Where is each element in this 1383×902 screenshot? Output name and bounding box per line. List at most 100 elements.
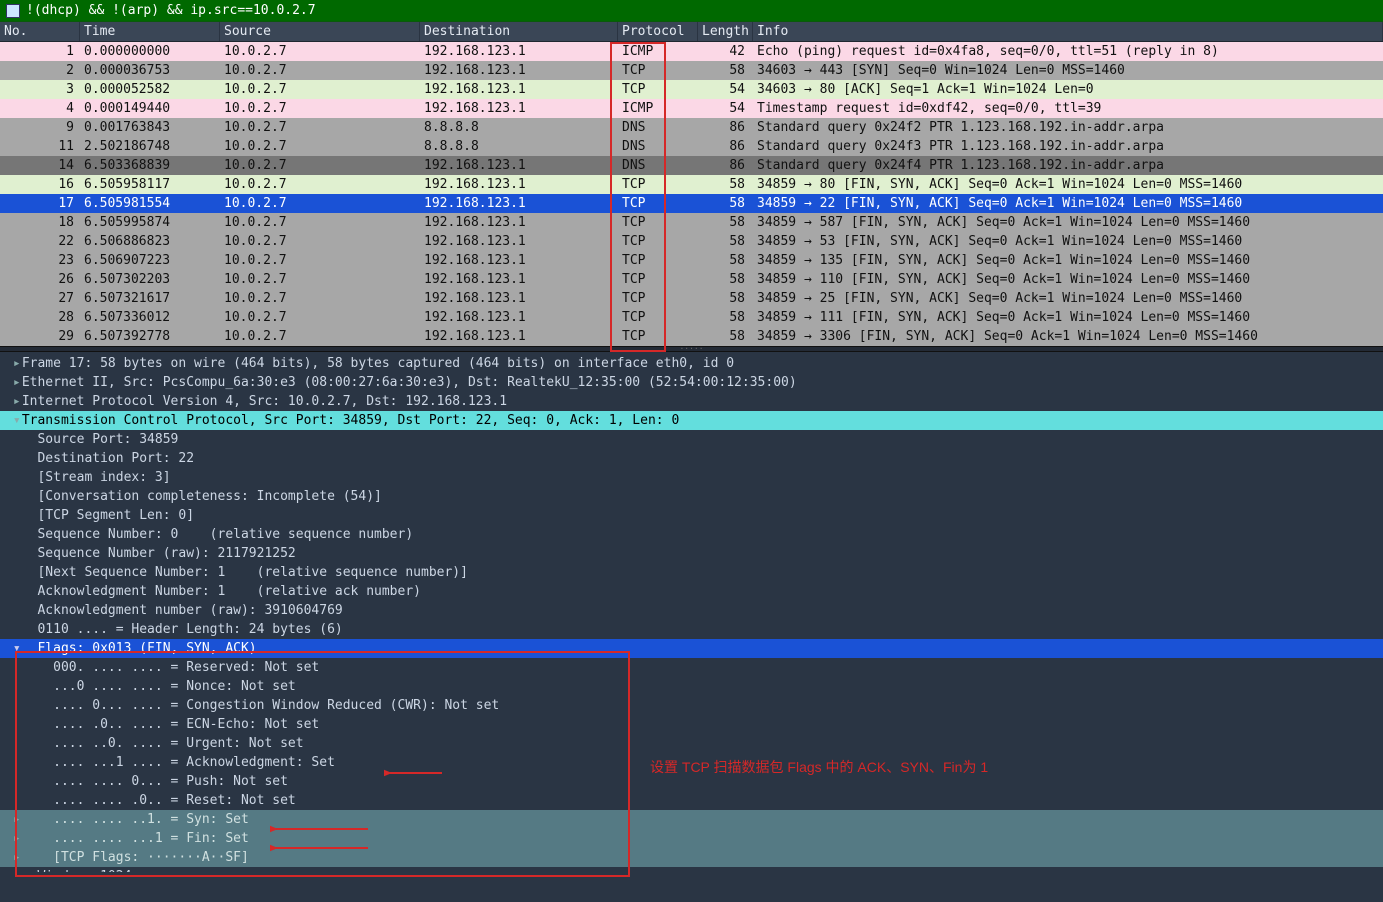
packet-details-pane[interactable]: ▸Frame 17: 58 bytes on wire (464 bits), … [0,352,1383,872]
packet-cell: 2.502186748 [80,137,220,156]
detail-tree-row[interactable]: ▸ [TCP Flags: ·······A··SF] [0,848,1383,867]
detail-tree-row[interactable]: Sequence Number: 0 (relative sequence nu… [0,525,1383,544]
packet-cell: 26 [0,270,80,289]
packet-cell: TCP [618,270,698,289]
packet-cell: 6.507336012 [80,308,220,327]
packet-cell: 192.168.123.1 [420,270,618,289]
detail-tree-row[interactable]: Acknowledgment number (raw): 3910604769 [0,601,1383,620]
packet-row[interactable]: 10.00000000010.0.2.7192.168.123.1ICMP42E… [0,42,1383,61]
packet-cell: 34603 → 80 [ACK] Seq=1 Ack=1 Win=1024 Le… [753,80,1383,99]
detail-text: Destination Port: 22 [22,451,194,466]
packet-cell: 0.001763843 [80,118,220,137]
detail-tree-row[interactable]: .... 0... .... = Congestion Window Reduc… [0,696,1383,715]
detail-tree-row[interactable]: [TCP Segment Len: 0] [0,506,1383,525]
packet-row[interactable]: 20.00003675310.0.2.7192.168.123.1TCP5834… [0,61,1383,80]
packet-cell: 58 [698,194,753,213]
packet-row[interactable]: 30.00005258210.0.2.7192.168.123.1TCP5434… [0,80,1383,99]
packet-row[interactable]: 236.50690722310.0.2.7192.168.123.1TCP583… [0,251,1383,270]
packet-cell: 34859 → 111 [FIN, SYN, ACK] Seq=0 Ack=1 … [753,308,1383,327]
detail-text: 0110 .... = Header Length: 24 bytes (6) [22,622,343,637]
packet-cell: TCP [618,251,698,270]
packet-cell: 192.168.123.1 [420,232,618,251]
detail-tree-row[interactable]: ▸Frame 17: 58 bytes on wire (464 bits), … [0,354,1383,373]
col-header-length[interactable]: Length [698,22,753,41]
tree-expand-icon[interactable]: ▸ [12,392,22,411]
packet-cell: 192.168.123.1 [420,80,618,99]
packet-row[interactable]: 226.50688682310.0.2.7192.168.123.1TCP583… [0,232,1383,251]
detail-tree-row[interactable]: [Conversation completeness: Incomplete (… [0,487,1383,506]
packet-cell: 14 [0,156,80,175]
packet-cell: 6.506907223 [80,251,220,270]
col-header-no[interactable]: No. [0,22,80,41]
detail-tree-row[interactable]: ▸ .... .... ...1 = Fin: Set [0,829,1383,848]
detail-text: Acknowledgment number (raw): 3910604769 [22,603,343,618]
tree-expand-icon [12,791,22,810]
packet-cell: 34859 → 25 [FIN, SYN, ACK] Seq=0 Ack=1 W… [753,289,1383,308]
detail-tree-row[interactable]: .... .0.. .... = ECN-Echo: Not set [0,715,1383,734]
packet-list[interactable]: 10.00000000010.0.2.7192.168.123.1ICMP42E… [0,42,1383,346]
packet-row[interactable]: 166.50595811710.0.2.7192.168.123.1TCP583… [0,175,1383,194]
packet-cell: 58 [698,232,753,251]
packet-row[interactable]: 40.00014944010.0.2.7192.168.123.1ICMP54T… [0,99,1383,118]
detail-text: .... ...1 .... = Acknowledgment: Set [22,755,335,770]
packet-row[interactable]: 286.50733601210.0.2.7192.168.123.1TCP583… [0,308,1383,327]
packet-row[interactable]: 146.50336883910.0.2.7192.168.123.1DNS86S… [0,156,1383,175]
detail-tree-row[interactable]: Source Port: 34859 [0,430,1383,449]
detail-text: Window: 1024 [22,869,132,872]
detail-text: .... .0.. .... = ECN-Echo: Not set [22,717,319,732]
col-header-destination[interactable]: Destination [420,22,618,41]
display-filter-bar[interactable]: !(dhcp) && !(arp) && ip.src==10.0.2.7 [0,0,1383,22]
packet-row[interactable]: 112.50218674810.0.2.78.8.8.8DNS86Standar… [0,137,1383,156]
detail-tree-row[interactable]: ▸ .... .... ..1. = Syn: Set [0,810,1383,829]
detail-tree-row[interactable]: [Next Sequence Number: 1 (relative seque… [0,563,1383,582]
col-header-info[interactable]: Info [753,22,1383,41]
detail-tree-row[interactable]: ...0 .... .... = Nonce: Not set [0,677,1383,696]
packet-cell: 6.507392778 [80,327,220,346]
detail-tree-row[interactable]: ▸Ethernet II, Src: PcsCompu_6a:30:e3 (08… [0,373,1383,392]
tree-expand-icon[interactable]: ▾ [12,639,22,658]
detail-tree-row[interactable]: Acknowledgment Number: 1 (relative ack n… [0,582,1383,601]
detail-tree-row[interactable]: .... ..0. .... = Urgent: Not set [0,734,1383,753]
col-header-protocol[interactable]: Protocol [618,22,698,41]
packet-row[interactable]: 276.50732161710.0.2.7192.168.123.1TCP583… [0,289,1383,308]
tree-expand-icon[interactable]: ▸ [12,354,22,373]
packet-cell: 10.0.2.7 [220,194,420,213]
tree-expand-icon[interactable]: ▸ [12,848,22,867]
detail-tree-row[interactable]: ▾ Flags: 0x013 (FIN, SYN, ACK) [0,639,1383,658]
red-arrow-icon [270,822,370,836]
filter-text[interactable]: !(dhcp) && !(arp) && ip.src==10.0.2.7 [26,3,316,18]
tree-expand-icon [12,696,22,715]
tree-expand-icon[interactable]: ▸ [12,810,22,829]
packet-row[interactable]: 90.00176384310.0.2.78.8.8.8DNS86Standard… [0,118,1383,137]
detail-text: [Conversation completeness: Incomplete (… [22,489,382,504]
detail-tree-row[interactable]: [Stream index: 3] [0,468,1383,487]
packet-row[interactable]: 186.50599587410.0.2.7192.168.123.1TCP583… [0,213,1383,232]
tree-expand-icon[interactable]: ▾ [12,411,22,430]
packet-cell: 54 [698,80,753,99]
tree-expand-icon [12,449,22,468]
packet-row[interactable]: 176.50598155410.0.2.7192.168.123.1TCP583… [0,194,1383,213]
packet-cell: 192.168.123.1 [420,99,618,118]
packet-cell: 2 [0,61,80,80]
detail-tree-row[interactable]: 0110 .... = Header Length: 24 bytes (6) [0,620,1383,639]
detail-tree-row[interactable]: ▾Transmission Control Protocol, Src Port… [0,411,1383,430]
col-header-time[interactable]: Time [80,22,220,41]
detail-tree-row[interactable]: Window: 1024 [0,867,1383,872]
detail-text: [Next Sequence Number: 1 (relative seque… [22,565,468,580]
tree-expand-icon[interactable]: ▸ [12,829,22,848]
detail-tree-row[interactable]: ▸Internet Protocol Version 4, Src: 10.0.… [0,392,1383,411]
detail-tree-row[interactable]: .... .... .0.. = Reset: Not set [0,791,1383,810]
packet-cell: 192.168.123.1 [420,156,618,175]
detail-tree-row[interactable]: Sequence Number (raw): 2117921252 [0,544,1383,563]
red-arrow-icon [384,766,444,780]
detail-tree-row[interactable]: Destination Port: 22 [0,449,1383,468]
detail-tree-row[interactable]: 000. .... .... = Reserved: Not set [0,658,1383,677]
packet-cell: 10.0.2.7 [220,137,420,156]
detail-text: Frame 17: 58 bytes on wire (464 bits), 5… [22,356,734,371]
packet-row[interactable]: 266.50730220310.0.2.7192.168.123.1TCP583… [0,270,1383,289]
packet-cell: 4 [0,99,80,118]
tree-expand-icon[interactable]: ▸ [12,373,22,392]
detail-text: .... .... ...1 = Fin: Set [22,831,249,846]
col-header-source[interactable]: Source [220,22,420,41]
packet-cell: 54 [698,99,753,118]
